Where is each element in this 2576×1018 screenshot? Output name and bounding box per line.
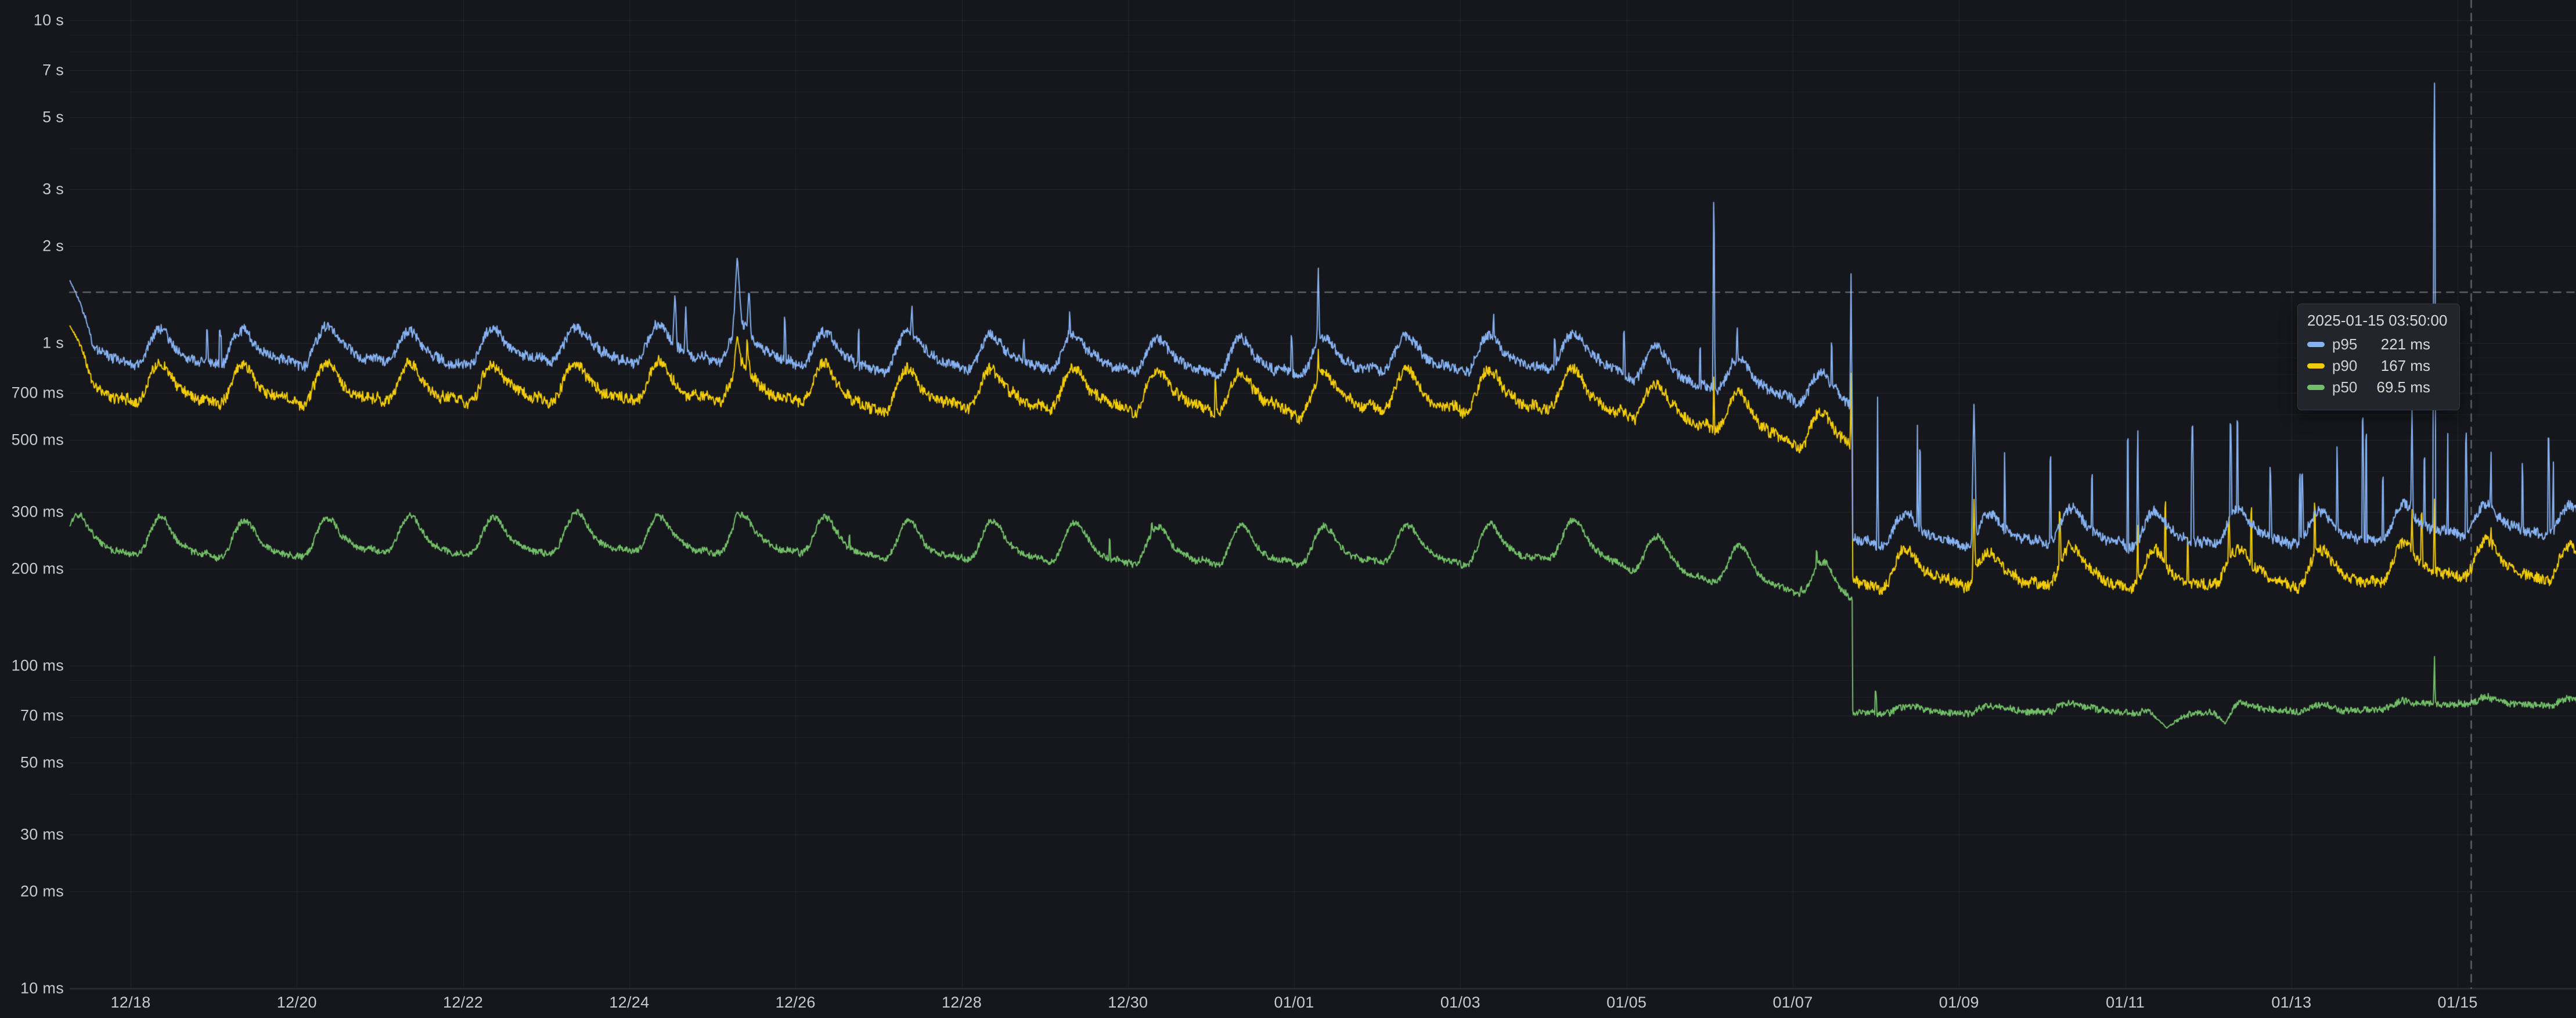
tooltip-row: p50 69.5 ms xyxy=(2307,377,2450,398)
series-color-swatch xyxy=(2307,385,2325,390)
series-color-swatch xyxy=(2307,342,2325,347)
y-tick-label: 100 ms xyxy=(0,657,64,675)
y-tick-label: 50 ms xyxy=(0,754,64,772)
series-name: p95 xyxy=(2332,335,2357,353)
tooltip-rows: p95 221 ms p90 167 ms p50 69.5 ms xyxy=(2307,334,2450,398)
series-value: 167 ms xyxy=(2381,357,2450,375)
series-name: p90 xyxy=(2332,357,2357,375)
tooltip-row: p90 167 ms xyxy=(2307,355,2450,377)
x-tick-label: 12/18 xyxy=(110,994,150,1012)
y-tick-label: 1 s xyxy=(0,334,64,352)
x-tick-label: 12/30 xyxy=(1108,994,1148,1012)
series-value: 69.5 ms xyxy=(2377,378,2451,396)
x-tick-label: 01/15 xyxy=(2438,994,2478,1012)
y-tick-label: 700 ms xyxy=(0,384,64,402)
x-tick-label: 12/26 xyxy=(776,994,816,1012)
x-tick-label: 01/07 xyxy=(1772,994,1813,1012)
x-tick-label: 12/28 xyxy=(942,994,982,1012)
hover-tooltip: 2025-01-15 03:50:00 p95 221 ms p90 167 ms p5… xyxy=(2297,304,2460,410)
series-color-swatch xyxy=(2307,363,2325,369)
y-tick-label: 10 ms xyxy=(0,980,64,998)
y-tick-label: 7 s xyxy=(0,62,64,80)
x-tick-label: 01/11 xyxy=(2106,994,2145,1012)
chart-canvas[interactable] xyxy=(0,0,2576,1018)
y-tick-label: 30 ms xyxy=(0,825,64,843)
tooltip-timestamp: 2025-01-15 03:50:00 xyxy=(2307,312,2450,330)
x-tick-label: 12/20 xyxy=(277,994,317,1012)
y-tick-label: 70 ms xyxy=(0,707,64,725)
y-tick-label: 3 s xyxy=(0,180,64,198)
y-tick-label: 300 ms xyxy=(0,503,64,521)
x-tick-label: 01/01 xyxy=(1274,994,1314,1012)
x-tick-label: 01/13 xyxy=(2271,994,2311,1012)
series-name: p50 xyxy=(2332,378,2357,396)
series-value: 221 ms xyxy=(2381,335,2450,353)
x-tick-label: 01/03 xyxy=(1440,994,1480,1012)
y-tick-label: 5 s xyxy=(0,109,64,127)
x-tick-label: 12/24 xyxy=(609,994,649,1012)
tooltip-row: p95 221 ms xyxy=(2307,334,2450,355)
y-tick-label: 500 ms xyxy=(0,431,64,449)
x-tick-label: 12/22 xyxy=(443,994,483,1012)
latency-timeseries-panel: 10 s 7 s 5 s 3 s 2 s 1 s 700 ms 500 ms 300 ms 200… xyxy=(0,0,2576,1018)
x-tick-label: 01/05 xyxy=(1606,994,1647,1012)
y-tick-label: 10 s xyxy=(0,12,64,30)
y-tick-label: 20 ms xyxy=(0,882,64,900)
y-tick-label: 200 ms xyxy=(0,559,64,577)
x-tick-label: 01/09 xyxy=(1939,994,1979,1012)
y-tick-label: 2 s xyxy=(0,237,64,255)
